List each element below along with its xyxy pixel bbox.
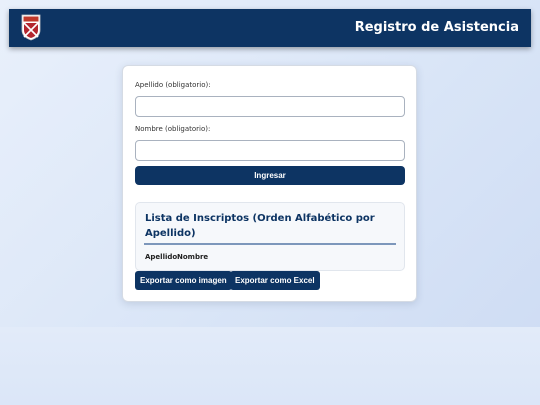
list-title-divider (144, 243, 396, 245)
column-header-nombre: Nombre (177, 253, 209, 261)
apellido-input[interactable] (135, 96, 405, 117)
nombre-input[interactable] (135, 140, 405, 161)
inscriptos-list-panel: Lista de Inscriptos (Orden Alfabético po… (135, 202, 405, 271)
inscriptos-list-title: Lista de Inscriptos (Orden Alfabético po… (145, 213, 375, 239)
export-image-button[interactable]: Exportar como imagen (135, 271, 232, 290)
app-header: Registro de Asistencia (9, 9, 531, 47)
nombre-label: Nombre (obligatorio): (135, 125, 211, 133)
apellido-label: Apellido (obligatorio): (135, 81, 211, 89)
column-header-apellido: Apellido (145, 253, 178, 261)
export-excel-button[interactable]: Exportar como Excel (230, 271, 320, 290)
registration-card: Apellido (obligatorio): Nombre (obligato… (122, 65, 417, 302)
page-title: Registro de Asistencia (354, 20, 519, 35)
page-background-lower (0, 327, 540, 405)
ingresar-button[interactable]: Ingresar (135, 166, 405, 185)
shield-logo-icon (21, 14, 41, 41)
